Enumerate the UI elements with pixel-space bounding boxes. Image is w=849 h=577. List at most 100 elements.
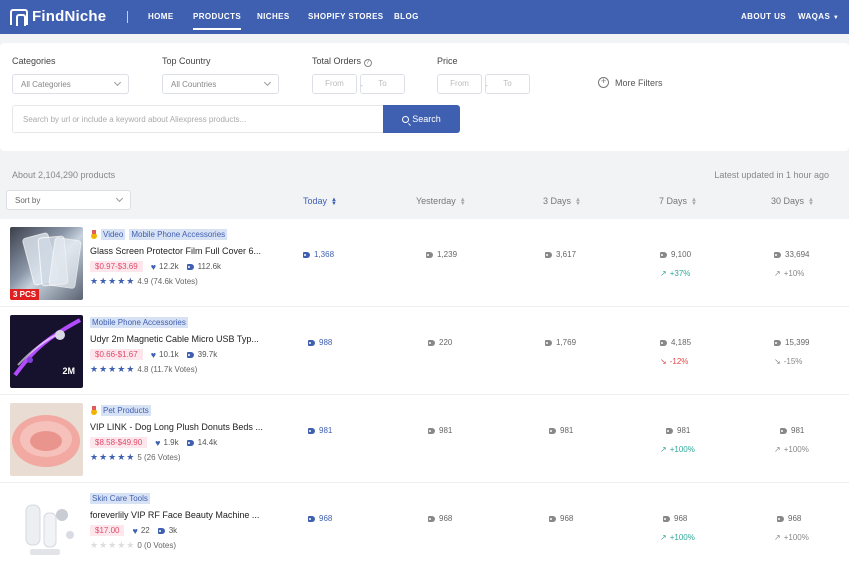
nav-home[interactable]: HOME xyxy=(148,12,174,21)
seven-days-value: 4,185 xyxy=(671,338,692,347)
orders-tag-icon xyxy=(666,427,673,434)
likes-count: 12.2k xyxy=(159,262,179,271)
column-yesterday[interactable]: Yesterday ▲ ▼ xyxy=(416,196,466,207)
orders-from-input[interactable]: From xyxy=(312,74,357,94)
price-from-input[interactable]: From xyxy=(437,74,482,94)
column-3-days[interactable]: 3 Days ▲ ▼ xyxy=(543,196,581,207)
orders-tag-icon xyxy=(774,251,781,258)
nav-niches[interactable]: NICHES xyxy=(257,12,290,21)
video-tag[interactable]: Video xyxy=(101,229,126,240)
thumb-label: 2M xyxy=(62,366,75,376)
orders-tag-icon xyxy=(303,251,310,258)
table-row[interactable]: Skin Care Tools foreverlily VIP RF Face … xyxy=(0,483,849,577)
product-title[interactable]: Udyr 2m Magnetic Cable Micro USB Typ... xyxy=(90,334,270,344)
product-tags: Video Mobile Phone Accessories xyxy=(90,229,231,240)
rating: ★★★★★ 5 (26 Votes) xyxy=(90,452,180,463)
category-tag[interactable]: Skin Care Tools xyxy=(90,493,150,504)
yesterday-orders: 220 xyxy=(428,338,452,347)
search-button-label: Search xyxy=(412,114,441,124)
trend-value: +10% xyxy=(783,269,805,278)
nav-products[interactable]: PRODUCTS xyxy=(193,12,242,30)
table-row[interactable]: 2M Mobile Phone Accessories Udyr 2m Magn… xyxy=(0,307,849,395)
seven-days-orders: 968 xyxy=(663,514,687,523)
seven-days-value: 968 xyxy=(674,514,688,523)
orders-tag-icon xyxy=(660,251,667,258)
orders-tag-icon xyxy=(549,515,556,522)
product-title[interactable]: VIP LINK - Dog Long Plush Donuts Beds ..… xyxy=(90,422,270,432)
table-row[interactable]: Pet Products VIP LINK - Dog Long Plush D… xyxy=(0,395,849,483)
medal-icon xyxy=(90,229,98,240)
seven-days-trend: ↗ +37% xyxy=(660,269,690,278)
rating-text: 4.8 (11.7k Votes) xyxy=(137,365,198,374)
medal-icon xyxy=(90,405,98,416)
seven-days-trend: ↘ -12% xyxy=(660,357,688,366)
product-meta: $8.58-$49.90 ♥ 1.9k 14.4k xyxy=(90,437,217,448)
search-input[interactable]: Search by url or include a keyword about… xyxy=(12,105,383,133)
category-tag[interactable]: Pet Products xyxy=(101,405,151,416)
table-row[interactable]: 3 PCS Video Mobile Phone Accessories Gla… xyxy=(0,219,849,307)
column-label: Yesterday xyxy=(416,196,456,206)
user-menu[interactable]: WAQAS ▼ xyxy=(798,12,839,21)
orders-tag-icon xyxy=(428,427,435,434)
column-label: 30 Days xyxy=(771,196,805,206)
categories-select[interactable]: All Categories xyxy=(12,74,129,94)
column-7-days[interactable]: 7 Days ▲ ▼ xyxy=(659,196,697,207)
yesterday-orders: 968 xyxy=(428,514,452,523)
column-today[interactable]: Today ▲ ▼ xyxy=(303,196,337,207)
sort-icon: ▲ ▼ xyxy=(808,196,814,207)
thirty-days-trend: ↘ -15% xyxy=(774,357,802,366)
thirty-days-orders: 968 xyxy=(777,514,801,523)
search-button[interactable]: Search xyxy=(383,105,460,133)
price-badge: $17.00 xyxy=(90,525,125,536)
face-beauty-machine-image xyxy=(25,504,74,555)
search-icon xyxy=(402,115,410,123)
product-thumbnail[interactable] xyxy=(10,403,83,476)
orders-count: 3k xyxy=(168,526,178,535)
thirty-days-value: 981 xyxy=(791,426,805,435)
product-thumbnail[interactable]: 2M xyxy=(10,315,83,388)
thumb-badge: 3 PCS xyxy=(10,289,40,300)
top-country-label: Top Country xyxy=(162,56,211,66)
product-title[interactable]: foreverlily VIP RF Face Beauty Machine .… xyxy=(90,510,270,520)
nav-shopify-stores[interactable]: SHOPIFY STORES xyxy=(308,12,384,21)
heart-icon: ♥ xyxy=(150,261,157,272)
logo-icon xyxy=(10,8,28,26)
product-thumbnail[interactable] xyxy=(10,491,83,564)
category-tag[interactable]: Mobile Phone Accessories xyxy=(90,317,188,328)
orders-tag-icon xyxy=(428,515,435,522)
country-select[interactable]: All Countries xyxy=(162,74,279,94)
heart-icon: ♥ xyxy=(155,437,161,448)
more-filters-button[interactable]: More Filters xyxy=(598,76,663,88)
trend-value: -15% xyxy=(783,357,803,366)
seven-days-orders: 981 xyxy=(666,426,690,435)
findniche-logo[interactable]: FindNiche xyxy=(10,8,106,26)
orders-tag-icon xyxy=(426,251,433,258)
orders-tag-icon xyxy=(660,339,667,346)
sort-icon: ▲ ▼ xyxy=(331,196,337,207)
product-thumbnail[interactable]: 3 PCS xyxy=(10,227,83,300)
trend-up-icon: ↗ xyxy=(660,533,667,542)
nav-about-us[interactable]: ABOUT US xyxy=(741,12,786,21)
product-title[interactable]: Glass Screen Protector Film Full Cover 6… xyxy=(90,246,270,256)
three-days-orders: 1,769 xyxy=(545,338,576,347)
orders-tag-icon xyxy=(157,527,165,534)
product-tags: Skin Care Tools xyxy=(90,493,154,504)
chevron-down-icon xyxy=(115,194,124,203)
star-rating-icon: ★★★★★ xyxy=(90,452,136,462)
nav-blog[interactable]: BLOG xyxy=(394,12,419,21)
rating: ★★★★★ 4.9 (74.6k Votes) xyxy=(90,276,198,287)
category-tag[interactable]: Mobile Phone Accessories xyxy=(129,229,228,240)
seven-days-orders: 9,100 xyxy=(660,250,691,259)
chevron-down-icon xyxy=(113,78,122,87)
orders-to-input[interactable]: To xyxy=(360,74,405,94)
trend-value: +37% xyxy=(669,269,691,278)
sort-by-select[interactable]: Sort by xyxy=(6,190,131,210)
help-icon[interactable]: ? xyxy=(363,59,372,67)
price-to-input[interactable]: To xyxy=(485,74,530,94)
column-30-days[interactable]: 30 Days ▲ ▼ xyxy=(771,196,814,207)
today-orders: 968 xyxy=(308,514,332,523)
trend-up-icon: ↗ xyxy=(774,269,781,278)
total-orders-text: Total Orders xyxy=(312,56,362,66)
orders-tag-icon xyxy=(308,515,315,522)
three-days-value: 968 xyxy=(560,514,574,523)
